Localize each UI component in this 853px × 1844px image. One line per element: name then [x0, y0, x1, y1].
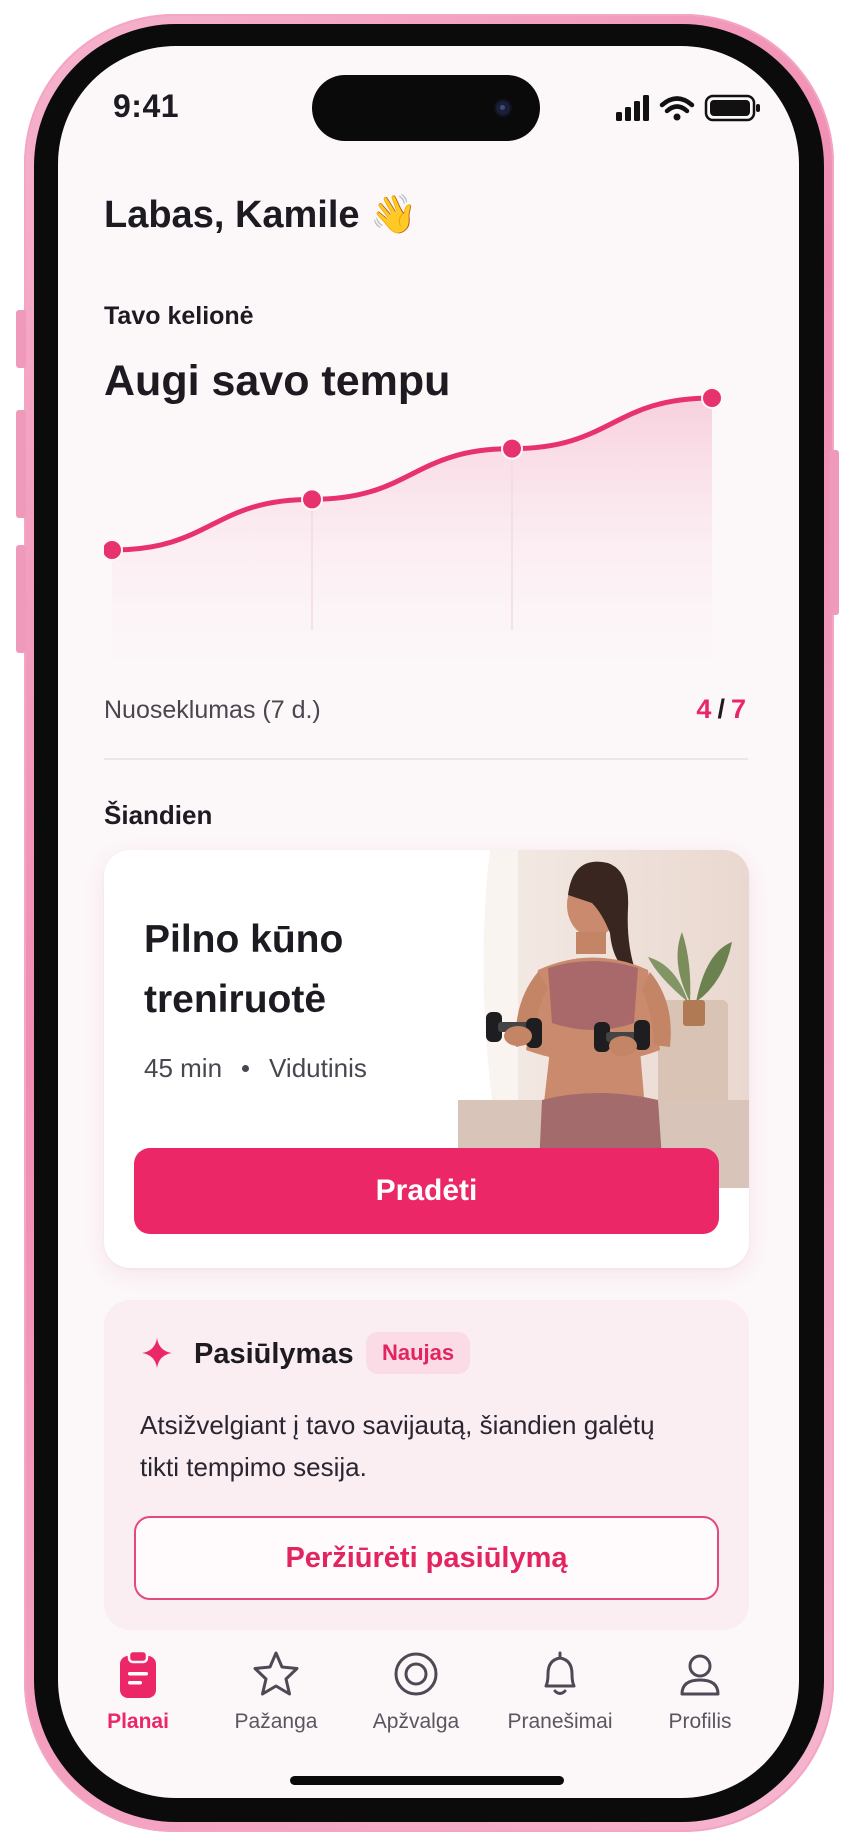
chart-point [701, 387, 723, 409]
chart-point [104, 539, 123, 561]
chart-point [501, 437, 523, 460]
workout-duration: 45 min [144, 1053, 223, 1083]
workout-level: Vidutinis [269, 1053, 367, 1083]
progress-chart [104, 387, 723, 660]
suggestion-title: Pasiūlymas [194, 1338, 354, 1370]
workout-meta: 45 min Vidutinis [144, 1053, 367, 1084]
bell-icon [544, 1651, 576, 1695]
today-label: Šiandien [104, 800, 213, 830]
tab-bar: Planai Pažanga Apžvalga Pranešimai Profi… [58, 1648, 799, 1768]
start-button[interactable]: Pradėti [134, 1148, 719, 1234]
home-indicator [290, 1776, 564, 1785]
status-time: 9:41 [113, 88, 180, 124]
volume-up-button [16, 410, 26, 518]
tab-pazanga[interactable]: Pažanga [206, 1648, 346, 1758]
clipboard-icon [120, 1649, 156, 1698]
new-badge: Naujas [366, 1332, 471, 1374]
divider [104, 758, 748, 760]
tab-planai[interactable]: Planai [68, 1648, 208, 1758]
volume-down-button [16, 545, 26, 653]
review-suggestion-button[interactable]: Peržiūrėti pasiūlymą [134, 1516, 719, 1600]
suggestion-text: Atsižvelgiant į tavo savijautą, šiandien… [140, 1410, 655, 1482]
consistency-separator: / [717, 694, 725, 724]
dynamic-island [312, 75, 540, 141]
star-icon [253, 1651, 299, 1696]
consistency-label: Nuoseklumas (7 d.) [104, 696, 321, 724]
battery-icon [704, 94, 760, 122]
separator-dot [242, 1065, 250, 1072]
status-icons [616, 94, 760, 122]
tab-label: Planai [107, 1710, 169, 1733]
action-button [16, 310, 26, 368]
workout-photo [458, 850, 749, 1188]
workout-card[interactable]: Pilno kūno treniruotė 45 min Vidutinis P… [104, 850, 749, 1268]
signal-icon [616, 95, 649, 121]
journey-label: Tavo kelionė [104, 302, 254, 330]
greeting: Labas, Kamile 👋 [104, 194, 418, 236]
user-icon [680, 1654, 720, 1696]
tab-label: Pranešimai [507, 1710, 613, 1733]
consistency-done: 4 [696, 694, 712, 724]
sparkle-icon [142, 1338, 172, 1368]
camera-icon [496, 101, 510, 115]
target-icon [394, 1652, 438, 1696]
tab-label: Apžvalga [372, 1710, 460, 1733]
consistency-value: 4/7 [696, 694, 746, 725]
power-button [829, 450, 839, 615]
suggestion-card: Pasiūlymas Naujas Atsižvelgiant į tavo s… [104, 1300, 749, 1630]
wifi-icon [659, 96, 695, 121]
tab-label: Pažanga [234, 1710, 318, 1733]
workout-title: Pilno kūno treniruotė [144, 918, 344, 1021]
tab-profilis[interactable]: Profilis [630, 1648, 770, 1758]
consistency-total: 7 [730, 694, 746, 724]
chart-point [301, 488, 323, 511]
tab-label: Profilis [668, 1710, 732, 1733]
tab-apzvalga[interactable]: Apžvalga [346, 1648, 486, 1758]
tab-pranesimai[interactable]: Pranešimai [490, 1648, 630, 1758]
